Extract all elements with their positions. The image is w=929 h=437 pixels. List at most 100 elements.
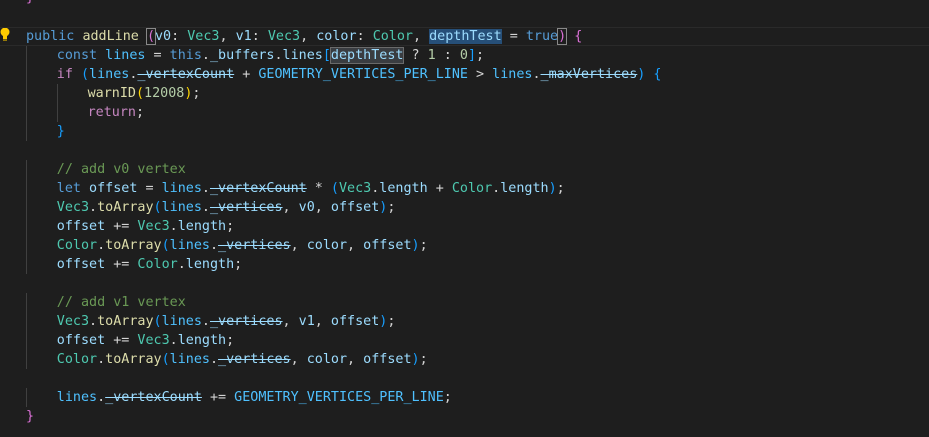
code-token: ( <box>161 352 170 367</box>
code-token: + <box>234 67 259 82</box>
code-token: . <box>201 314 210 329</box>
code-token: ) <box>411 238 420 253</box>
code-line[interactable]: Vec3.toArray(lines._vertices, v1, offset… <box>0 312 929 331</box>
code-token: Color <box>56 352 98 367</box>
code-token: length <box>379 181 428 196</box>
code-token: v0 <box>298 200 315 215</box>
indent-guide <box>26 122 27 141</box>
code-token: ) <box>411 352 420 367</box>
code-token: _vertices <box>209 200 283 215</box>
code-line[interactable]: Vec3.toArray(lines._vertices, v0, offset… <box>0 198 929 217</box>
code-line[interactable]: Color.toArray(lines._vertices, color, of… <box>0 236 929 255</box>
code-token: lines <box>161 200 202 215</box>
code-token: : <box>356 29 373 44</box>
code-token: depthTest <box>429 29 502 44</box>
code-token: . <box>89 200 98 215</box>
code-editor[interactable]: } public addLine (v0: Vec3, v1: Vec3, co… <box>0 0 929 437</box>
code-line[interactable] <box>0 274 929 293</box>
code-line-content: if (lines._vertexCount + GEOMETRY_VERTIC… <box>57 65 662 84</box>
code-token: lines <box>105 48 146 63</box>
code-token: , <box>219 29 236 44</box>
code-token: } <box>26 409 35 424</box>
code-token: [ <box>322 48 331 63</box>
code-token: Vec3 <box>56 200 90 215</box>
code-token: += <box>105 219 138 234</box>
code-token: 12008 <box>144 86 185 101</box>
code-line-content: // add v1 vertex <box>57 293 186 312</box>
code-line[interactable]: // add v1 vertex <box>0 293 929 312</box>
code-token: ; <box>419 352 428 367</box>
code-token: . <box>201 48 210 63</box>
code-token: ( <box>153 200 162 215</box>
code-token: , <box>290 352 307 367</box>
indent-guide <box>26 255 27 274</box>
code-line[interactable] <box>0 141 929 160</box>
code-line-content: offset += Color.length; <box>57 255 242 274</box>
code-token: : <box>251 29 268 44</box>
code-token: GEOMETRY_VERTICES_PER_LINE <box>234 390 444 405</box>
code-token: color <box>306 238 348 253</box>
code-line[interactable] <box>0 369 929 388</box>
code-token: , <box>347 238 364 253</box>
code-token: , <box>282 200 299 215</box>
code-token: , <box>314 200 331 215</box>
code-token: ; <box>443 390 452 405</box>
code-token: ( <box>153 314 162 329</box>
code-token: true <box>525 29 559 44</box>
code-token: , <box>282 314 299 329</box>
code-token: ; <box>192 86 201 101</box>
code-token: 1 <box>427 48 436 63</box>
code-token: _vertices <box>218 352 291 367</box>
code-token: color <box>306 352 348 367</box>
code-token: _vertexCount <box>209 181 307 196</box>
code-token: lines <box>169 352 210 367</box>
code-line[interactable]: warnID(12008); <box>0 84 929 103</box>
code-line[interactable]: } <box>0 407 929 426</box>
indent-guide <box>26 160 27 179</box>
code-line[interactable]: offset += Vec3.length; <box>0 331 929 350</box>
code-token: _buffers <box>209 48 275 63</box>
code-token: offset <box>56 219 106 234</box>
code-token: lines <box>56 390 98 405</box>
indent-guide <box>26 388 27 407</box>
code-token: ; <box>419 238 428 253</box>
code-line[interactable]: offset += Vec3.length; <box>0 217 929 236</box>
code-token: > <box>467 67 493 82</box>
code-line[interactable]: const lines = this._buffers.lines[depthT… <box>0 46 929 65</box>
code-token: toArray <box>97 314 154 329</box>
code-line[interactable]: if (lines._vertexCount + GEOMETRY_VERTIC… <box>0 65 929 84</box>
code-token: , <box>347 352 364 367</box>
code-token: += <box>105 257 138 272</box>
code-token: length <box>177 219 227 234</box>
code-token: Color <box>372 29 413 44</box>
code-line[interactable]: lines._vertexCount += GEOMETRY_VERTICES_… <box>0 388 929 407</box>
code-token: Color <box>137 257 178 272</box>
code-token: const <box>56 48 98 63</box>
code-token: ) <box>548 181 557 196</box>
code-token: ; <box>226 219 235 234</box>
indent-guide <box>26 293 27 312</box>
code-line[interactable]: return; <box>0 103 929 122</box>
code-token: Vec3 <box>267 29 301 44</box>
code-token: offset <box>89 181 138 196</box>
code-token: lines <box>161 314 202 329</box>
code-line-content: offset += Vec3.length; <box>57 217 234 236</box>
code-token: . <box>89 314 98 329</box>
code-line[interactable]: offset += Color.length; <box>0 255 929 274</box>
code-token: = <box>137 181 162 196</box>
code-line-content: public addLine (v0: Vec3, v1: Vec3, colo… <box>26 27 582 46</box>
code-line[interactable]: public addLine (v0: Vec3, v1: Vec3, colo… <box>0 27 929 46</box>
code-line[interactable]: // add v0 vertex <box>0 160 929 179</box>
code-line[interactable]: let offset = lines._vertexCount * (Vec3.… <box>0 179 929 198</box>
code-token: ( <box>145 28 157 45</box>
code-token: return <box>87 105 136 120</box>
code-token: Vec3 <box>187 29 220 44</box>
code-token: . <box>97 390 106 405</box>
code-line[interactable]: Color.toArray(lines._vertices, color, of… <box>0 350 929 369</box>
code-token: length <box>177 333 227 348</box>
code-token: = <box>501 29 526 44</box>
indent-guide <box>56 103 58 122</box>
code-token: // add v0 vertex <box>56 162 186 177</box>
code-token: lines <box>282 48 323 63</box>
code-line[interactable]: } <box>0 122 929 141</box>
